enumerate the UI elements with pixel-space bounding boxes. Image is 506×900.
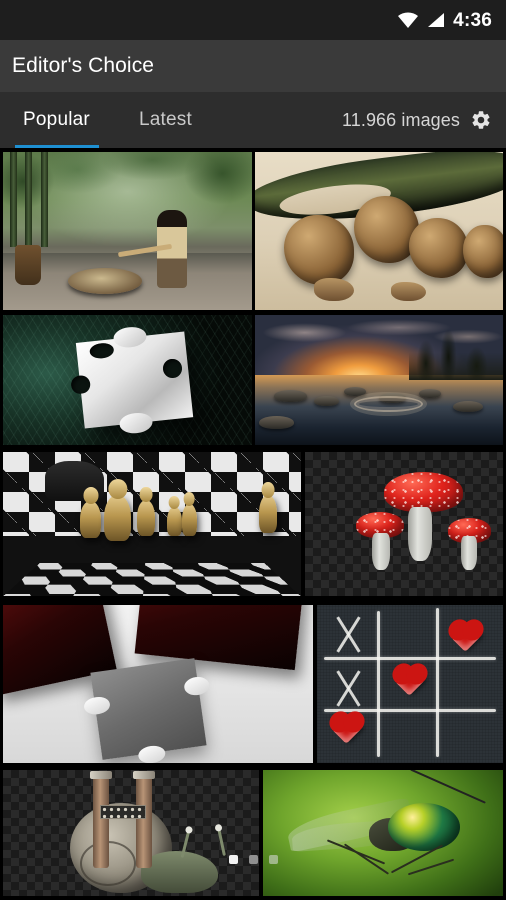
status-bar: 4:36 [0, 0, 506, 40]
app-bar: Editor's Choice [0, 40, 506, 92]
page-dot-1[interactable] [228, 855, 238, 864]
thumbnail-chessboard[interactable] [3, 452, 301, 596]
grid-row [0, 310, 506, 448]
status-bar-clock: 4:36 [453, 9, 492, 31]
tab-popular[interactable]: Popular [0, 92, 113, 148]
grid-row [0, 766, 506, 896]
tab-popular-label: Popular [23, 109, 90, 130]
thumbnail-red-mushrooms[interactable] [305, 452, 503, 596]
tab-bar-right-group: 11.966 images [218, 92, 506, 148]
grid-row [0, 600, 506, 766]
grid-row [0, 448, 506, 600]
signal-bars-icon [427, 12, 445, 28]
image-grid [0, 148, 506, 896]
page-dot-2[interactable] [248, 855, 258, 864]
tab-bar: Popular Latest 11.966 images [0, 92, 506, 148]
thumbnail-snail[interactable] [3, 770, 259, 896]
thumbnail-woman-jungle[interactable] [3, 152, 252, 310]
thumbnail-puzzle-silver[interactable] [3, 315, 252, 445]
wifi-icon [397, 12, 419, 28]
tab-latest-label: Latest [139, 109, 192, 130]
page-indicator[interactable] [0, 855, 506, 864]
tab-latest[interactable]: Latest [113, 92, 218, 148]
thumbnail-walnuts[interactable] [254, 152, 503, 310]
thumbnail-puzzle-red[interactable] [3, 605, 313, 763]
gear-icon[interactable] [470, 109, 492, 131]
grid-row [0, 148, 506, 310]
page-title: Editor's Choice [12, 54, 155, 77]
thumbnail-green-fly[interactable] [263, 770, 503, 896]
thumbnail-sunset-lake[interactable] [254, 315, 503, 445]
image-count-label: 11.966 images [341, 109, 460, 130]
thumbnail-tic-tac-toe[interactable] [317, 605, 503, 763]
page-dot-3[interactable] [268, 855, 278, 864]
